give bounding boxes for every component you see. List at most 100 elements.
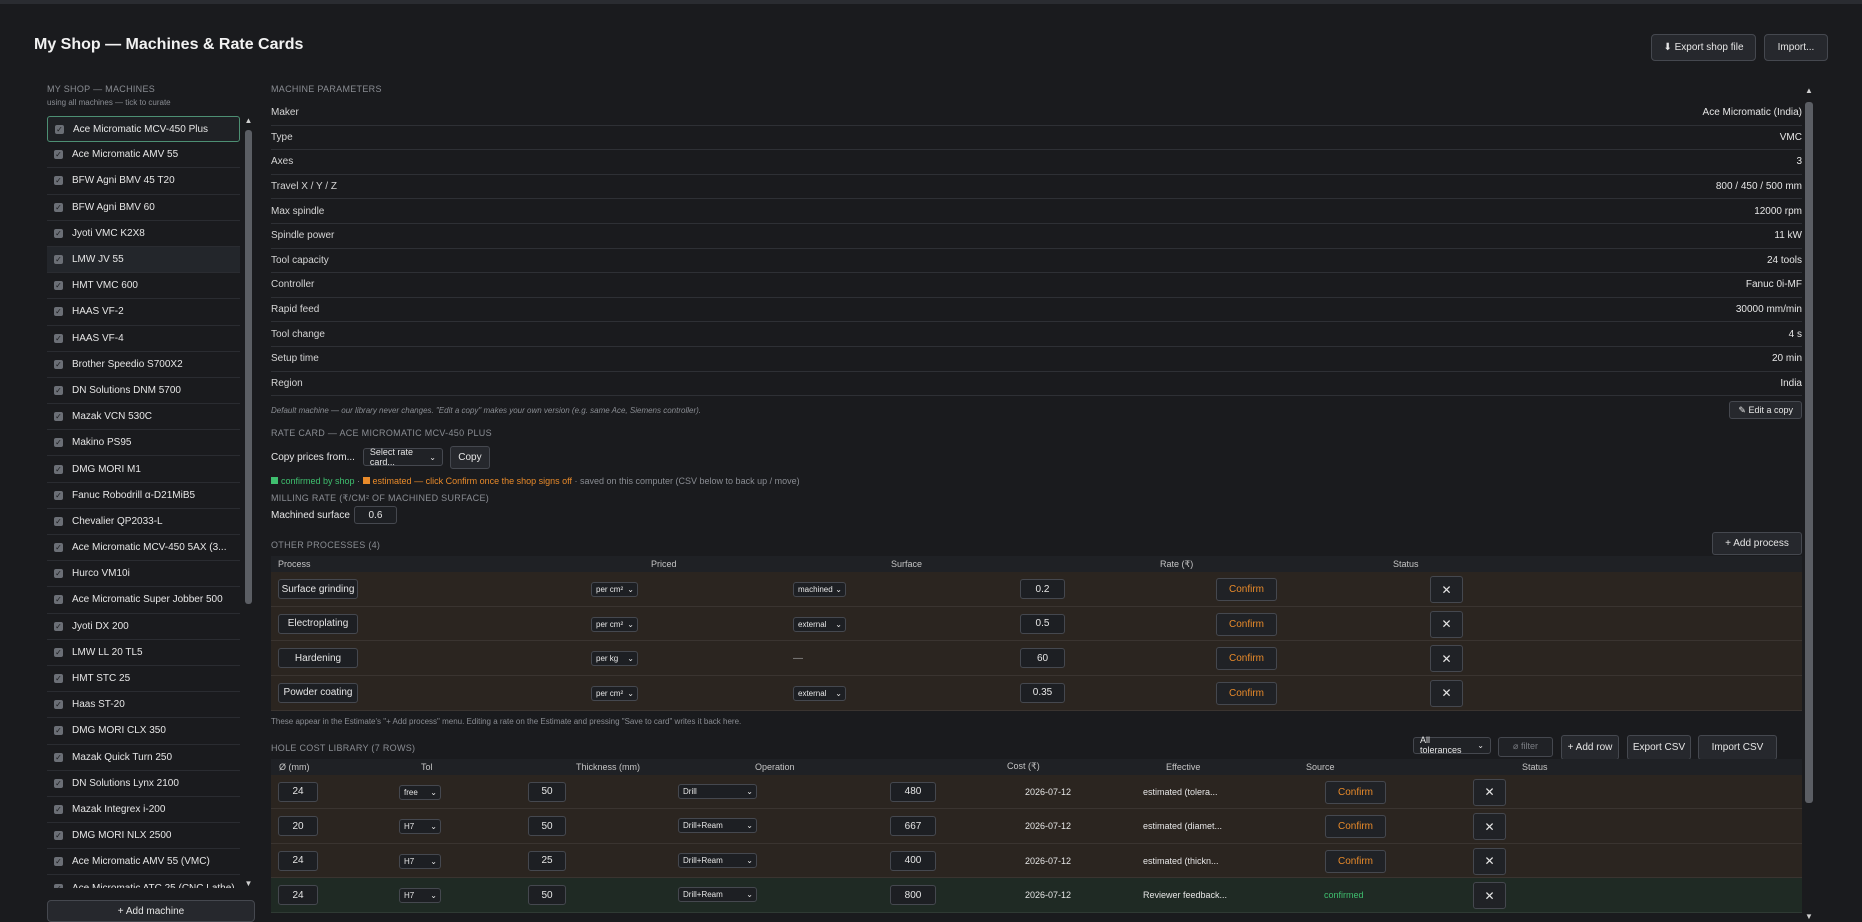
tolerance-select[interactable]: H7 ⌄ [399, 853, 441, 869]
tolerance-filter-select[interactable]: All tolerances ⌄ [1413, 735, 1491, 755]
process-name-input[interactable]: Surface grinding [278, 579, 358, 600]
surface-select[interactable]: machined ⌄ [793, 582, 846, 598]
diameter-input[interactable]: 24 [278, 885, 318, 906]
export-csv-button[interactable]: Export CSV [1627, 734, 1691, 760]
priced-select[interactable]: per cm² ⌄ [591, 685, 638, 701]
scroll-down-icon[interactable]: ▼ [1804, 912, 1814, 922]
checkbox-icon[interactable]: ✓ [54, 150, 63, 160]
checkbox-icon[interactable]: ✓ [54, 778, 63, 788]
process-name-input[interactable]: Hardening [278, 648, 358, 669]
surface-select[interactable]: external ⌄ [793, 685, 846, 701]
checkbox-icon[interactable]: ✓ [54, 412, 63, 422]
machine-list-item[interactable]: ✓ LMW LL 20 TL5 [47, 640, 240, 666]
process-name-input[interactable]: Powder coating [278, 682, 358, 703]
checkbox-icon[interactable]: ✓ [54, 804, 63, 814]
add-machine-button[interactable]: + Add machine [47, 900, 255, 922]
machine-list-item[interactable]: ✓ Mazak VCN 530C [47, 404, 240, 431]
diameter-input[interactable]: 20 [278, 816, 318, 837]
machine-list-item[interactable]: ✓ HMT STC 25 [47, 666, 240, 693]
tolerance-select[interactable]: H7 ⌄ [399, 888, 441, 904]
machine-list-item[interactable]: ✓ LMW JV 55 [47, 246, 240, 274]
checkbox-icon[interactable]: ✓ [54, 621, 63, 631]
thickness-input[interactable]: 50 [528, 885, 566, 906]
operation-select[interactable]: Drill+Ream ⌄ [678, 852, 757, 868]
confirm-button[interactable]: Confirm [1216, 612, 1277, 636]
checkbox-icon[interactable]: ✓ [55, 124, 64, 134]
cost-input[interactable]: 400 [890, 850, 936, 871]
diameter-input[interactable]: 24 [278, 850, 318, 871]
diameter-filter-input[interactable]: ⌀ filter [1498, 736, 1553, 757]
machine-list-item[interactable]: ✓ Fanuc Robodrill α-D21MiB5 [47, 483, 240, 509]
rate-input[interactable]: 0.5 [1020, 613, 1065, 634]
process-name-input[interactable]: Electroplating [278, 613, 358, 634]
checkbox-icon[interactable]: ✓ [54, 333, 63, 343]
scroll-thumb[interactable] [1805, 102, 1813, 803]
import-button[interactable]: Import... [1764, 34, 1828, 61]
confirm-button[interactable]: Confirm [1325, 849, 1386, 873]
delete-icon[interactable]: ✕ [1430, 610, 1463, 638]
machine-list-item[interactable]: ✓ HAAS VF-4 [47, 326, 240, 352]
add-process-button[interactable]: + Add process [1712, 532, 1802, 556]
checkbox-icon[interactable]: ✓ [54, 543, 63, 553]
operation-select[interactable]: Drill+Ream ⌄ [678, 818, 757, 834]
machine-list-item[interactable]: ✓ Chevalier QP2033-L [47, 509, 240, 535]
machine-list-item[interactable]: ✓ Mazak Integrex i-200 [47, 797, 240, 824]
checkbox-icon[interactable]: ✓ [54, 595, 63, 605]
machine-list-item[interactable]: ✓ BFW Agni BMV 45 T20 [47, 168, 240, 195]
delete-icon[interactable]: ✕ [1473, 778, 1506, 806]
operation-select[interactable]: Drill+Ream ⌄ [678, 887, 757, 903]
machine-list-item[interactable]: ✓ Ace Micromatic MCV-450 5AX (3... [47, 535, 240, 562]
machine-list-item[interactable]: ✓ DN Solutions Lynx 2100 [47, 771, 240, 797]
checkbox-icon[interactable]: ✓ [54, 307, 63, 317]
copy-button[interactable]: Copy [449, 445, 490, 469]
scroll-up-icon[interactable]: ▲ [1804, 86, 1814, 96]
machine-list-item[interactable]: ✓ Haas ST-20 [47, 692, 240, 719]
machine-list-item[interactable]: ✓ Mazak Quick Turn 250 [47, 745, 240, 771]
delete-icon[interactable]: ✕ [1430, 576, 1463, 604]
confirm-button[interactable]: Confirm [1216, 578, 1277, 602]
thickness-input[interactable]: 25 [528, 850, 566, 871]
checkbox-icon[interactable]: ✓ [54, 438, 63, 448]
machine-list-item[interactable]: ✓ Jyoti VMC K2X8 [47, 221, 240, 247]
thickness-input[interactable]: 50 [528, 816, 566, 837]
checkbox-icon[interactable]: ✓ [54, 176, 63, 186]
checkbox-icon[interactable]: ✓ [54, 726, 63, 736]
scroll-up-icon[interactable]: ▲ [244, 116, 253, 125]
thickness-input[interactable]: 50 [528, 781, 566, 802]
delete-icon[interactable]: ✕ [1473, 882, 1506, 910]
confirm-button[interactable]: Confirm [1216, 681, 1277, 705]
machine-list-item[interactable]: ✓ Makino PS95 [47, 430, 240, 457]
machine-list-item[interactable]: ✓ Jyoti DX 200 [47, 614, 240, 640]
delete-icon[interactable]: ✕ [1473, 813, 1506, 841]
checkbox-icon[interactable]: ✓ [54, 674, 63, 684]
checkbox-icon[interactable]: ✓ [54, 359, 63, 369]
machine-list-item[interactable]: ✓ HMT VMC 600 [47, 273, 240, 300]
machine-list-item[interactable]: ✓ Ace Micromatic ATC 25 (CNC Lathe) [47, 875, 240, 888]
machine-list-item[interactable]: ✓ Ace Micromatic Super Jobber 500 [47, 587, 240, 614]
checkbox-icon[interactable]: ✓ [54, 700, 63, 710]
detail-scrollbar[interactable]: ▲ ▼ [1804, 86, 1814, 922]
checkbox-icon[interactable]: ✓ [54, 569, 63, 579]
checkbox-icon[interactable]: ✓ [54, 857, 63, 867]
checkbox-icon[interactable]: ✓ [54, 464, 63, 474]
machine-list-item[interactable]: ✓ Ace Micromatic MCV-450 Plus [47, 116, 240, 143]
checkbox-icon[interactable]: ✓ [54, 281, 63, 291]
checkbox-icon[interactable]: ✓ [54, 255, 63, 265]
rate-input[interactable]: 60 [1020, 648, 1065, 669]
machine-list-item[interactable]: ✓ DMG MORI CLX 350 [47, 718, 240, 745]
confirm-button[interactable]: Confirm [1325, 815, 1386, 839]
checkbox-icon[interactable]: ✓ [54, 647, 63, 657]
machine-list-item[interactable]: ✓ DMG MORI NLX 2500 [47, 823, 240, 850]
machine-list-item[interactable]: ✓ BFW Agni BMV 60 [47, 195, 240, 221]
priced-select[interactable]: per kg ⌄ [591, 651, 638, 667]
checkbox-icon[interactable]: ✓ [54, 516, 63, 526]
tolerance-select[interactable]: H7 ⌄ [399, 819, 441, 835]
checkbox-icon[interactable]: ✓ [54, 385, 63, 395]
machine-list-item[interactable]: ✓ Ace Micromatic AMV 55 (VMC) [47, 849, 240, 876]
machined-surface-rate-input[interactable]: 0.6 [353, 506, 397, 525]
priced-select[interactable]: per cm² ⌄ [591, 616, 638, 632]
export-shop-file-button[interactable]: ⬇ Export shop file [1651, 34, 1756, 61]
checkbox-icon[interactable]: ✓ [54, 490, 63, 500]
machine-list-item[interactable]: ✓ Brother Speedio S700X2 [47, 352, 240, 378]
delete-icon[interactable]: ✕ [1430, 645, 1463, 673]
